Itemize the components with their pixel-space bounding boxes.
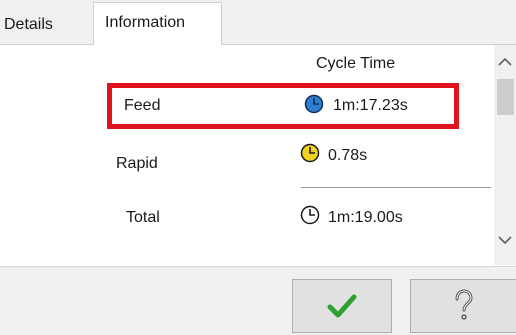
checkmark-icon <box>327 294 357 318</box>
tab-information[interactable]: Information <box>93 2 222 45</box>
tab-details[interactable]: Details <box>0 6 95 44</box>
tab-strip: Details Information <box>0 0 516 45</box>
scroll-down-arrow-icon[interactable] <box>494 229 516 251</box>
rapid-label: Rapid <box>116 155 158 172</box>
information-panel: Cycle Time Feed 1m:17.23s Rapid 0.78s To… <box>0 44 516 266</box>
total-time: 1m:19.00s <box>328 209 403 226</box>
vertical-scrollbar[interactable] <box>494 45 516 265</box>
dialog-footer <box>0 266 516 335</box>
scroll-up-arrow-icon[interactable] <box>494 51 516 73</box>
clock-white-icon <box>300 205 320 225</box>
feed-time: 1m:17.23s <box>333 97 408 114</box>
ok-button[interactable] <box>292 279 392 333</box>
feed-label: Feed <box>124 97 161 114</box>
rapid-time: 0.78s <box>328 147 368 164</box>
total-label: Total <box>126 209 160 226</box>
cycle-time-header: Cycle Time <box>316 55 396 72</box>
clock-yellow-icon <box>300 143 320 163</box>
clock-blue-icon <box>304 94 324 114</box>
scroll-thumb[interactable] <box>497 79 514 115</box>
total-divider <box>301 187 491 188</box>
help-button[interactable] <box>410 279 516 333</box>
question-mark-icon <box>455 289 473 320</box>
